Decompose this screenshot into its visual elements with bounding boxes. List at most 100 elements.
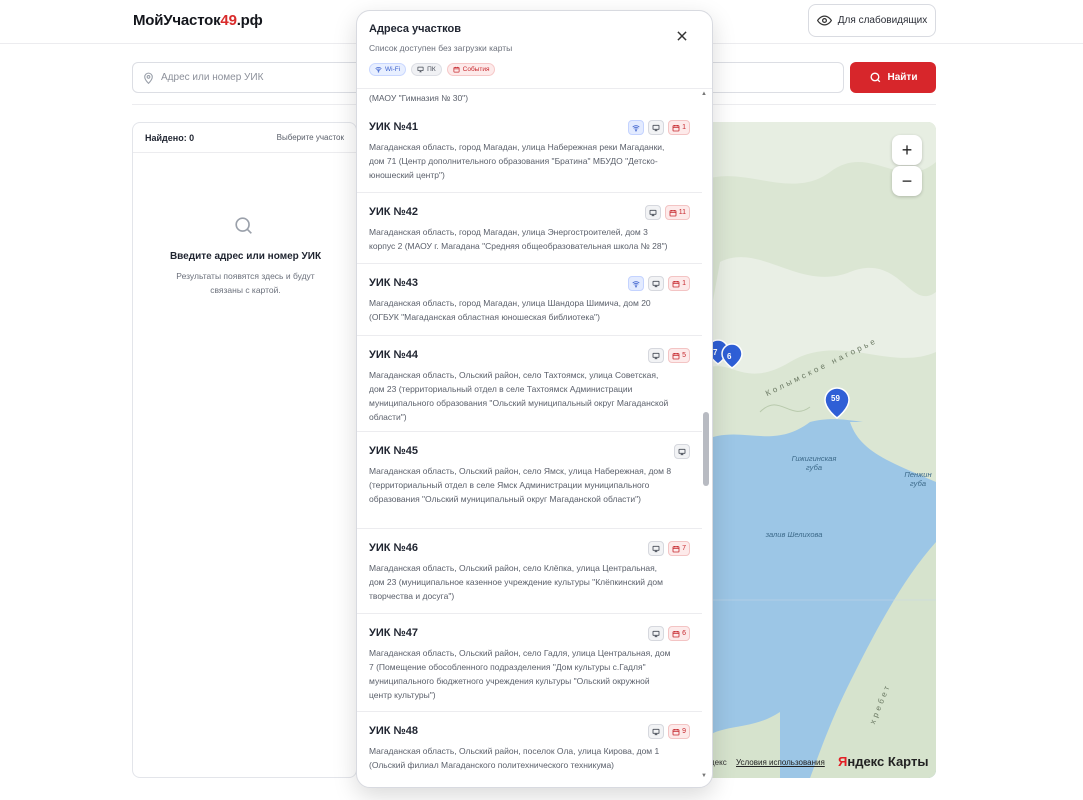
map[interactable]: Гижигинская губа залив Шелихова Пенжин г… (700, 122, 936, 778)
station-list-item[interactable]: УИК №44 Магаданская область, Ольский райо… (357, 336, 702, 432)
scrollbar-thumb[interactable] (703, 412, 709, 486)
search-icon (235, 217, 252, 234)
found-count: Найдено: 0 (145, 133, 195, 143)
empty-state-title: Введите адрес или номер УИК (169, 251, 322, 262)
map-label-penzhin: Пенжин губа (904, 470, 932, 488)
wifi-badge-icon (628, 120, 645, 135)
station-badges: 9 (648, 724, 690, 739)
search-icon (869, 72, 880, 83)
results-panel: Найдено: 0 Выберите участок Введите адре… (132, 122, 357, 778)
zoom-out-button[interactable]: − (892, 166, 922, 196)
map-terrain (700, 122, 936, 778)
yandex-maps-logo[interactable]: Яндекс Карты (838, 754, 928, 769)
modal-subtitle: Список доступен без загрузки карты (369, 43, 513, 53)
map-pin-label-b: 6 (727, 352, 732, 361)
yandex-logo-y: Я (838, 754, 848, 769)
station-list-item[interactable]: УИК №43 Магаданская область, город Магада… (357, 264, 702, 336)
calendar-icon (453, 66, 460, 73)
choose-station-hint: Выберите участок (276, 133, 344, 142)
station-address: Магаданская область, Ольский район, село… (369, 563, 663, 601)
map-pin-59[interactable] (822, 386, 852, 420)
station-list-item[interactable]: УИК №48 Магаданская область, Ольский райо… (357, 712, 702, 787)
map-label-shelikhov: залив Шелихова (765, 530, 823, 539)
station-title: УИК №47 (369, 627, 419, 639)
find-button-label: Найти (887, 72, 918, 83)
station-badges (674, 444, 690, 459)
station-list[interactable]: (МАОУ "Гимназия № 30") УИК №41 Магаданска… (357, 88, 712, 787)
scroll-up-arrow[interactable]: ▲ (701, 91, 707, 97)
legend-chip-events-label: События (462, 66, 490, 73)
station-address: Магаданская область, город Магадан, улиц… (369, 142, 665, 180)
events-count: 1 (682, 280, 686, 287)
station-title: УИК №42 (369, 206, 419, 218)
monitor-icon (417, 66, 424, 73)
pc-badge-icon (648, 120, 665, 135)
zoom-in-button[interactable]: + (892, 135, 922, 165)
station-address: Магаданская область, Ольский район, село… (369, 466, 672, 504)
events-count: 5 (682, 352, 686, 359)
pc-badge-icon (648, 348, 665, 363)
station-list-item[interactable]: УИК №46 Магаданская область, Ольский райо… (357, 529, 702, 614)
station-title: УИК №44 (369, 349, 419, 361)
pc-badge-icon (648, 541, 665, 556)
terms-link[interactable]: Условия использования (736, 758, 825, 767)
station-badges: 6 (648, 626, 690, 641)
legend-chip-events: События (446, 63, 496, 76)
station-address: Магаданская область, город Магадан, улиц… (369, 298, 651, 322)
station-list-item[interactable]: УИК №42 Магаданская область, город Магада… (357, 193, 702, 264)
yandex-logo-rest: ндекс Карты (847, 754, 929, 769)
map-pin-label: 59 (831, 394, 840, 403)
pc-badge-icon (648, 276, 665, 291)
station-list-item[interactable]: УИК №47 Магаданская область, Ольский райо… (357, 614, 702, 712)
station-list-item[interactable]: УИК №45 Магаданская область, Ольский райо… (357, 432, 702, 529)
accessibility-button[interactable]: Для слабовидящих (808, 4, 936, 37)
location-pin-icon (144, 72, 153, 85)
events-count: 6 (682, 630, 686, 637)
pc-badge-icon (648, 626, 665, 641)
legend-chips: Wi-Fi ПК События (369, 63, 496, 76)
station-address: Магаданская область, Ольский район, село… (369, 648, 671, 700)
events-badge: 1 (668, 276, 690, 291)
pc-badge-icon (674, 444, 690, 459)
scroll-down-arrow[interactable]: ▼ (701, 773, 707, 779)
station-badges: 5 (648, 348, 690, 363)
events-count: 11 (678, 209, 686, 216)
events-badge: 9 (668, 724, 690, 739)
map-label-gizhiga: Гижигинская губа (791, 454, 837, 472)
pc-badge-icon (644, 205, 661, 220)
accessibility-label: Для слабовидящих (837, 15, 928, 26)
list-item-partial-address: (МАОУ "Гимназия № 30") (369, 93, 469, 103)
empty-state-subtitle: Результаты появятся здесь и будут связан… (176, 271, 315, 295)
events-badge: 6 (668, 626, 690, 641)
map-pin-label-a: 7 (713, 348, 718, 357)
site-logo[interactable]: МойУчасток49.рф (133, 12, 263, 29)
station-address: Магаданская область, Ольский район, село… (369, 370, 669, 422)
wifi-icon (375, 67, 382, 73)
events-badge: 7 (668, 541, 690, 556)
events-badge: 5 (668, 348, 690, 363)
logo-text: МойУчасток (133, 12, 221, 29)
wifi-badge-icon (628, 276, 645, 291)
eye-icon (816, 15, 832, 26)
station-title: УИК №48 (369, 725, 419, 737)
pc-badge-icon (648, 724, 665, 739)
legend-chip-wifi: Wi-Fi (369, 63, 407, 76)
station-title: УИК №46 (369, 542, 419, 554)
station-badges: 1 (628, 120, 690, 135)
close-icon[interactable] (675, 29, 689, 43)
events-badge: 11 (664, 205, 690, 220)
station-badges: 7 (648, 541, 690, 556)
find-button[interactable]: Найти (850, 62, 936, 93)
events-count: 7 (682, 545, 686, 552)
results-header: Найдено: 0 Выберите участок (133, 123, 356, 153)
station-list-item[interactable]: УИК №41 Магаданская область, город Магада… (357, 108, 702, 193)
map-footer: декс Условия использования Яндекс Карты (700, 752, 936, 778)
station-address: Магаданская область, город Магадан, улиц… (369, 227, 668, 251)
station-address: Магаданская область, Ольский район, посе… (369, 746, 660, 770)
station-title: УИК №41 (369, 121, 419, 133)
logo-suffix: .рф (236, 12, 263, 29)
station-badges: 1 (628, 276, 690, 291)
legend-chip-wifi-label: Wi-Fi (385, 66, 401, 73)
logo-accent: 49 (220, 12, 237, 29)
modal-title: Адреса участков (369, 23, 462, 35)
